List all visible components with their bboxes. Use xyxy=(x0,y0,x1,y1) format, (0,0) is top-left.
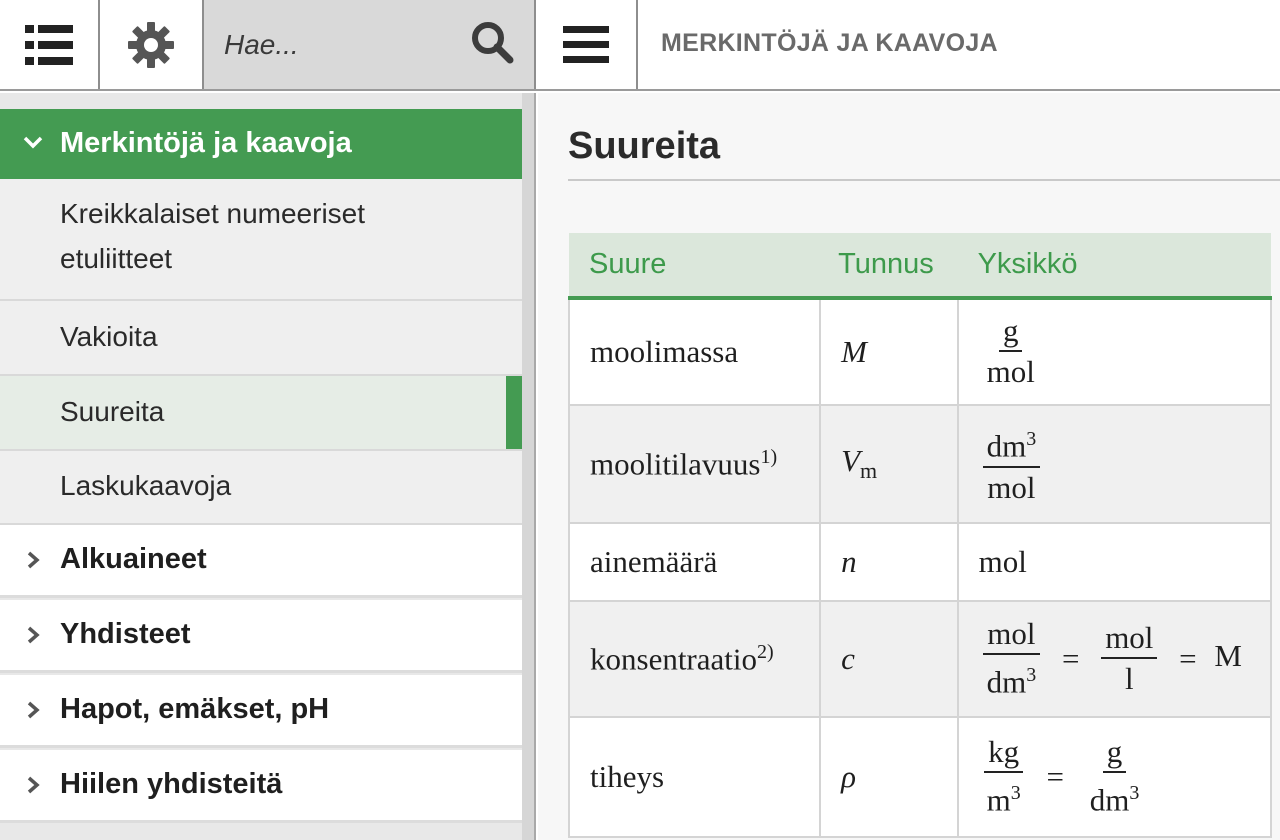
quantity-symbol: Vm xyxy=(819,404,959,524)
chevron-right-icon xyxy=(27,701,40,719)
sidebar-item-laskukaavoja[interactable]: Laskukaavoja xyxy=(0,451,522,525)
sidebar-category-hapot[interactable]: Hapot, emäkset, pH xyxy=(0,675,522,748)
sidebar-category-label: Hapot, emäkset, pH xyxy=(60,693,330,725)
quantity-symbol: c xyxy=(819,600,959,718)
list-icon xyxy=(25,24,73,65)
table-header-row: Suure Tunnus Yksikkö xyxy=(569,233,1271,300)
quantity-unit: mol dm3 = mol l = M xyxy=(956,600,1273,718)
quantities-table: Suure Tunnus Yksikkö moolimassa M g mol … xyxy=(567,233,1273,838)
page-title: Suureita xyxy=(568,125,721,167)
toc-button[interactable] xyxy=(0,0,100,89)
hamburger-icon xyxy=(563,25,609,63)
sidebar-section-label: Merkintöjä ja kaavoja xyxy=(60,127,352,159)
main-content: Suureita Suure Tunnus Yksikkö moolimassa… xyxy=(538,93,1280,840)
sidebar-item-label: Kreikkalaiset numeeriset xyxy=(60,198,366,229)
column-header-yksikko: Yksikkö xyxy=(957,233,1271,300)
settings-button[interactable] xyxy=(100,0,204,89)
sidebar-category-hiilen[interactable]: Hiilen yhdisteitä xyxy=(0,750,522,823)
quantity-name: tiheys xyxy=(567,716,822,838)
menu-button[interactable] xyxy=(536,0,638,89)
sidebar-item-label: Suureita xyxy=(60,396,165,427)
sidebar-item-label: Vakioita xyxy=(60,321,158,352)
quantity-name: moolitilavuus1) xyxy=(567,404,822,524)
active-indicator xyxy=(506,376,522,449)
quantity-unit: kg m3 = g dm3 xyxy=(956,716,1273,838)
document-title: MERKINTÖJÄ JA KAAVOJA xyxy=(661,29,998,57)
unit-fraction: mol l xyxy=(1101,619,1158,699)
title-divider xyxy=(568,179,1280,181)
chevron-down-icon xyxy=(23,136,43,149)
top-bar: MERKINTÖJÄ JA KAAVOJA xyxy=(0,0,1280,91)
chevron-right-icon xyxy=(27,626,40,644)
unit-fraction: g mol xyxy=(986,313,1035,389)
table-row: moolitilavuus1) Vm dm3 mol xyxy=(567,404,1273,524)
quantity-name: moolimassa xyxy=(567,297,822,406)
unit-fraction: mol dm3 xyxy=(983,615,1041,702)
sidebar-item-label: etuliitteet xyxy=(60,243,173,274)
table-row: moolimassa M g mol xyxy=(567,297,1273,406)
table-row: konsentraatio2) c mol dm3 = mol l = M xyxy=(567,600,1273,718)
chevron-right-icon xyxy=(27,776,40,794)
quantity-symbol: ρ xyxy=(819,716,959,838)
unit-fraction: dm3 mol xyxy=(982,420,1041,507)
column-header-tunnus: Tunnus xyxy=(820,233,958,300)
quantity-unit: dm3 mol xyxy=(956,404,1273,524)
sidebar-section-merkintoja[interactable]: Merkintöjä ja kaavoja xyxy=(0,109,522,179)
sidebar-item-kreikkalaiset[interactable]: Kreikkalaiset numeeriset etuliitteet xyxy=(0,179,522,301)
sidebar: Merkintöjä ja kaavoja Kreikkalaiset nume… xyxy=(0,93,522,840)
sidebar-category-yhdisteet[interactable]: Yhdisteet xyxy=(0,600,522,673)
gear-icon xyxy=(128,21,174,68)
sidebar-category-label: Hiilen yhdisteitä xyxy=(60,768,283,800)
sidebar-item-vakioita[interactable]: Vakioita xyxy=(0,301,522,376)
sidebar-category-label: Alkuaineet xyxy=(60,543,207,575)
unit-fraction: kg m3 xyxy=(983,733,1025,820)
sidebar-category-alkuaineet[interactable]: Alkuaineet xyxy=(0,525,522,598)
quantity-name: ainemäärä xyxy=(567,522,822,602)
sidebar-item-suureita[interactable]: Suureita xyxy=(0,376,522,451)
quantity-unit: g mol xyxy=(956,297,1273,406)
table-row: ainemäärä n mol xyxy=(567,522,1273,602)
sidebar-category-label: Yhdisteet xyxy=(60,618,191,650)
chevron-right-icon xyxy=(27,551,40,569)
table-row: tiheys ρ kg m3 = g dm3 xyxy=(567,716,1273,838)
column-header-suure: Suure xyxy=(569,233,821,300)
unit-fraction: g dm3 xyxy=(1089,734,1140,818)
quantity-unit: mol xyxy=(956,522,1273,602)
quantity-symbol: M xyxy=(819,297,959,406)
quantity-name: konsentraatio2) xyxy=(567,600,822,718)
quantity-symbol: n xyxy=(819,522,959,602)
search-box xyxy=(204,0,536,89)
search-icon[interactable] xyxy=(470,20,514,64)
sidebar-item-label: Laskukaavoja xyxy=(60,470,232,501)
sidebar-scrollbar[interactable] xyxy=(522,93,536,840)
search-input[interactable] xyxy=(224,28,474,61)
